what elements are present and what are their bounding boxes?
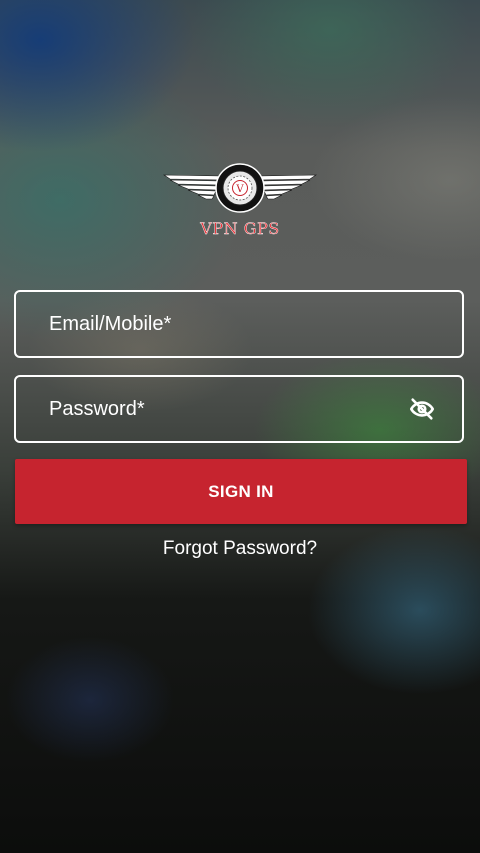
sign-in-button[interactable]: SIGN IN: [15, 459, 467, 524]
password-field-label: Password*: [49, 397, 145, 420]
logo-emblem-letter: V: [235, 184, 244, 195]
email-field-label: Email/Mobile*: [49, 312, 172, 335]
forgot-password-link[interactable]: Forgot Password?: [0, 538, 480, 560]
eye-off-icon[interactable]: [408, 395, 436, 423]
app-logo: V: [160, 160, 320, 220]
password-field[interactable]: Password*: [14, 375, 464, 443]
email-field[interactable]: Email/Mobile*: [14, 290, 464, 358]
login-screen: V VPN GPS Email/Mobile* Password* SIGN I…: [0, 0, 480, 853]
logo-name: VPN GPS: [200, 219, 280, 238]
winged-wheel-logo-icon: V: [162, 163, 318, 213]
